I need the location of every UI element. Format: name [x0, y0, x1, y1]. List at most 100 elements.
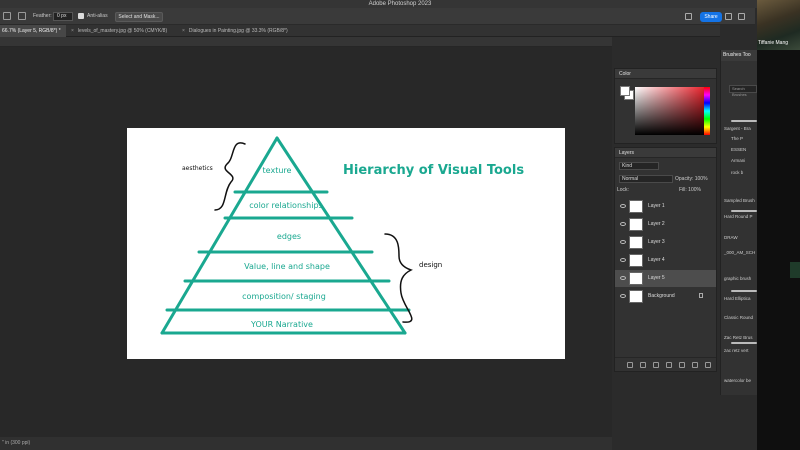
brush-stroke-preview — [731, 342, 757, 344]
layer-row-4[interactable]: Layer 4 — [615, 252, 716, 269]
participant-name: Tiffanie Mang — [758, 40, 789, 46]
layer-name: Background — [648, 293, 675, 299]
tab-dialogues-in-painting[interactable]: × Dialogues in Painting.jpg @ 33.3% (RGB/… — [180, 25, 310, 37]
feather-input[interactable]: 0 px — [53, 12, 73, 21]
workspace-icon[interactable] — [725, 13, 732, 20]
level-texture: texture — [263, 166, 292, 175]
tab-levels-of-mastery[interactable]: × levels_of_mastery.jpg @ 50% (CMYK/8) — [69, 25, 181, 37]
fx-icon[interactable] — [640, 362, 646, 368]
layer-filter-select[interactable]: Kind — [619, 162, 659, 170]
link-icon[interactable] — [627, 362, 633, 368]
fill-label: Fill: — [679, 187, 687, 193]
brush-stroke-preview — [731, 120, 757, 122]
layer-row-5-selected[interactable]: Layer 5 — [615, 270, 716, 287]
visibility-eye-icon[interactable] — [620, 222, 626, 226]
tool-preset-icon[interactable] — [3, 12, 11, 20]
tab-label: Dialogues in Painting.jpg @ 33.3% (RGB/8… — [188, 28, 288, 34]
tab-label: levels_of_mastery.jpg @ 50% (CMYK/8) — [77, 28, 168, 34]
layer-name: Layer 2 — [648, 221, 665, 227]
layer-name: Layer 3 — [648, 239, 665, 245]
layer-name: Layer 1 — [648, 203, 665, 209]
antialias-label: Anti-alias — [87, 13, 108, 19]
panels-icon[interactable] — [738, 13, 745, 20]
brush-item[interactable]: Hard Elliptica — [724, 296, 751, 301]
search-icon[interactable] — [685, 13, 692, 20]
brush-item[interactable]: zac retz vert — [724, 348, 749, 353]
brush-stroke-preview — [731, 210, 757, 212]
brush-item[interactable]: Sampled Brush — [724, 198, 755, 203]
lock-icon — [699, 293, 703, 298]
trash-icon[interactable] — [705, 362, 711, 368]
layers-panel: Layers Kind Normal Opacity: 100% Lock: F… — [614, 147, 717, 372]
level-edges: edges — [277, 232, 301, 241]
brushes-panel-tabs[interactable]: Brushes Too — [721, 50, 757, 61]
level-composition-staging: composition/ staging — [242, 292, 326, 301]
brush-folder[interactable]: The P — [731, 136, 743, 141]
document-tabs: 66.7% (Layer 5, RGB/8*) * × levels_of_mas… — [0, 25, 720, 37]
adjustment-icon[interactable] — [666, 362, 672, 368]
visibility-eye-icon[interactable] — [620, 240, 626, 244]
antialias-checkbox[interactable] — [78, 13, 84, 19]
mask-icon[interactable] — [653, 362, 659, 368]
layers-footer — [615, 357, 716, 371]
visibility-eye-icon[interactable] — [620, 258, 626, 262]
hierarchy-artwork: texture color relationships edges Value,… — [160, 136, 524, 335]
brush-folder[interactable]: Armani — [731, 158, 745, 163]
layer-thumbnail — [629, 200, 643, 213]
brush-search-input[interactable]: Search Brushes — [729, 85, 757, 97]
foreground-color-swatch[interactable] — [620, 86, 630, 96]
visibility-eye-icon[interactable] — [620, 294, 626, 298]
brush-folder[interactable]: rock b — [731, 170, 743, 175]
visibility-eye-icon[interactable] — [620, 204, 626, 208]
brush-item[interactable]: Sargent - Bra — [724, 126, 751, 131]
lock-label: Lock: — [617, 187, 629, 193]
brush-item[interactable]: Classic Round — [724, 315, 753, 320]
opacity-label: Opacity: — [675, 176, 694, 182]
artboard-title: Hierarchy of Visual Tools — [343, 163, 524, 178]
layer-name: Layer 4 — [648, 257, 665, 263]
layer-row-1[interactable]: Layer 1 — [615, 198, 716, 215]
level-value-line-shape: Value, line and shape — [244, 262, 330, 271]
brush-item[interactable]: DRAW — [724, 235, 738, 240]
share-button[interactable]: Share — [700, 12, 722, 22]
brush-item[interactable]: graphic brush — [724, 276, 751, 281]
tab-active-document[interactable]: 66.7% (Layer 5, RGB/8*) * — [0, 25, 66, 37]
layer-row-background[interactable]: Background — [615, 288, 716, 305]
selection-mode-icon[interactable] — [18, 12, 26, 20]
brushes-panel: Brushes Too Search Brushes Sargent - Bra… — [720, 50, 757, 395]
horizontal-ruler[interactable] — [0, 37, 612, 47]
layer-thumbnail — [629, 272, 643, 285]
annotation-aesthetics: aesthetics — [182, 165, 213, 172]
window-title: Adobe Photoshop 2023 — [368, 1, 432, 7]
brush-item[interactable]: _000_AM_SCH — [724, 250, 755, 255]
brush-item[interactable]: watercolor be — [724, 378, 751, 383]
feather-label: Feather: — [33, 13, 52, 19]
layer-thumbnail — [629, 254, 643, 267]
hue-slider[interactable] — [704, 87, 710, 135]
tab-label: 66.7% (Layer 5, RGB/8*) * — [2, 28, 61, 34]
brush-item[interactable]: Zac Retz Brus — [724, 335, 753, 340]
opacity-input[interactable]: 100% — [695, 176, 708, 182]
blend-mode-select[interactable]: Normal — [619, 175, 673, 183]
pyramid-left-edge — [160, 136, 279, 335]
brush-folder[interactable]: ESSEN — [731, 147, 746, 152]
visibility-eye-icon[interactable] — [620, 276, 626, 280]
layer-name: Layer 5 — [648, 275, 665, 281]
status-bar: " in (300 ppi) — [0, 437, 612, 450]
color-panel-title[interactable]: Color — [615, 69, 716, 79]
fill-input[interactable]: 100% — [688, 187, 701, 193]
layer-thumbnail — [629, 236, 643, 249]
close-icon[interactable]: × — [71, 28, 74, 34]
layer-row-3[interactable]: Layer 3 — [615, 234, 716, 251]
layer-row-2[interactable]: Layer 2 — [615, 216, 716, 233]
color-field[interactable] — [635, 87, 709, 135]
document-canvas[interactable]: texture color relationships edges Value,… — [127, 128, 565, 359]
select-and-mask-button[interactable]: Select and Mask... — [115, 12, 163, 22]
meeting-sidebar — [757, 0, 800, 450]
brush-item[interactable]: Hard Round P — [724, 214, 753, 219]
folder-icon[interactable] — [679, 362, 685, 368]
close-icon[interactable]: × — [182, 28, 185, 34]
layers-panel-title[interactable]: Layers — [615, 148, 716, 158]
new-layer-icon[interactable] — [692, 362, 698, 368]
color-panel: Color — [614, 68, 717, 144]
